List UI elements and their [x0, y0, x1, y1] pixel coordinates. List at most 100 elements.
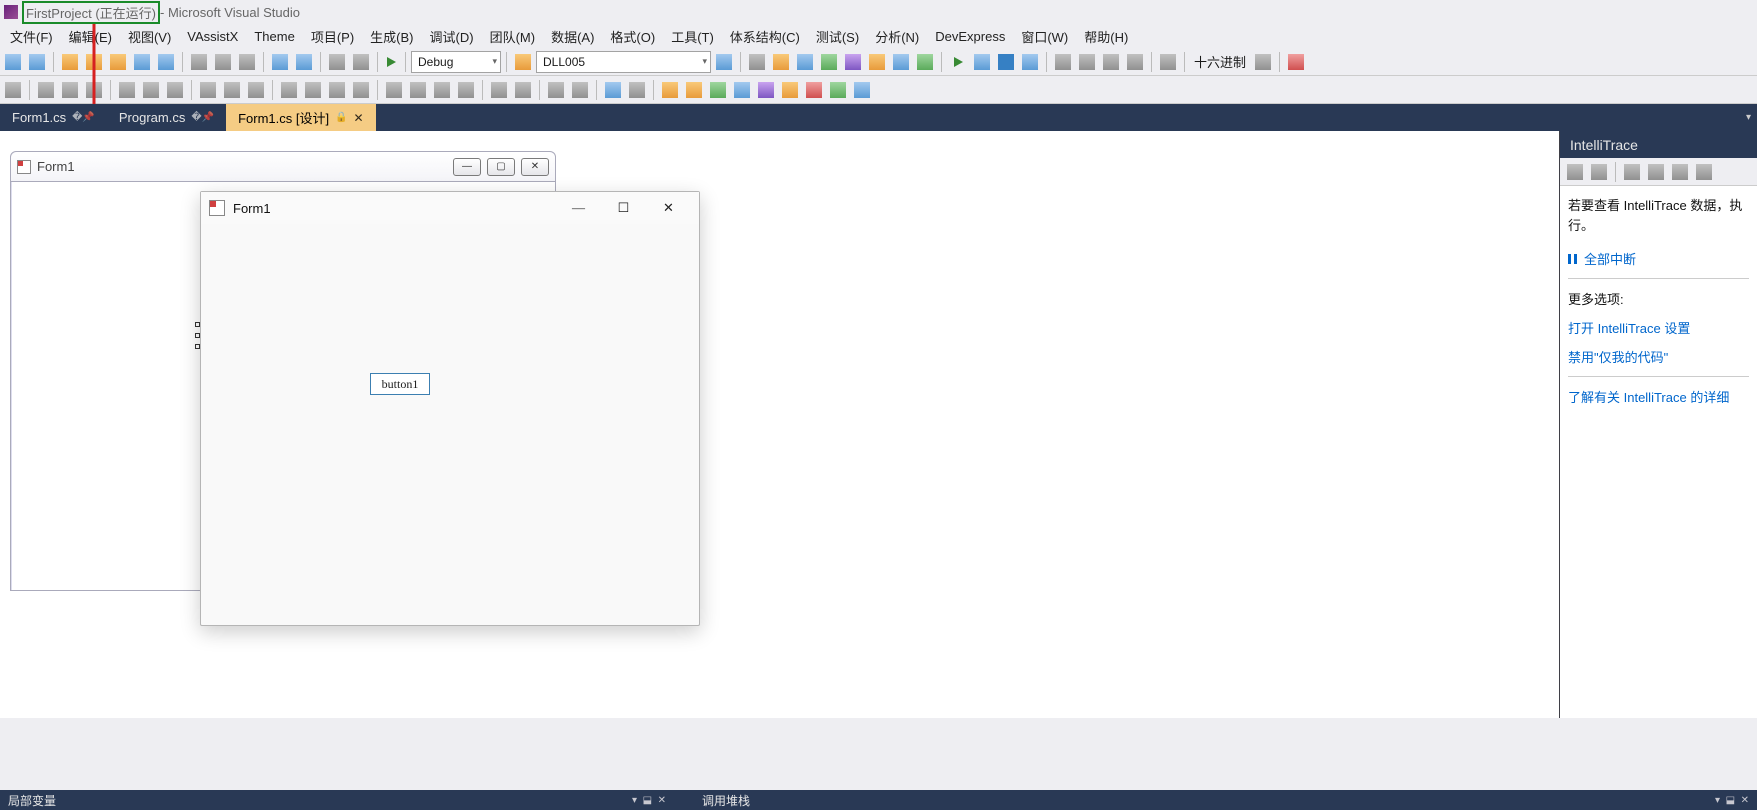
dx-b2[interactable] [683, 79, 705, 101]
menu-vassistx[interactable]: VAssistX [179, 27, 246, 46]
it-tb-1[interactable] [1564, 161, 1586, 183]
config-combo[interactable]: Debug [411, 51, 501, 73]
menu-theme[interactable]: Theme [246, 27, 302, 46]
nav-back-button[interactable] [2, 51, 24, 73]
close-icon[interactable]: ✕ [354, 111, 364, 125]
menu-format[interactable]: 格式(O) [602, 25, 663, 48]
tb-icon-a2[interactable] [770, 51, 792, 73]
tb-icon-end2[interactable] [1285, 51, 1307, 73]
step-over-button[interactable] [1076, 51, 1098, 73]
tab-order-button[interactable] [602, 79, 624, 101]
step-into-button[interactable] [1052, 51, 1074, 73]
menu-view[interactable]: 视图(V) [120, 25, 179, 48]
menu-data[interactable]: 数据(A) [543, 25, 602, 48]
tb-icon-a8[interactable] [914, 51, 936, 73]
dx-b7[interactable] [803, 79, 825, 101]
dx-b9[interactable] [851, 79, 873, 101]
menu-edit[interactable]: 编辑(E) [61, 25, 120, 48]
button1[interactable]: button1 [370, 373, 430, 395]
tb-icon-a5[interactable] [842, 51, 864, 73]
hspace-inc-button[interactable] [302, 79, 324, 101]
tb-icon-a6[interactable] [866, 51, 888, 73]
add-item-button[interactable] [83, 51, 105, 73]
step-out-button[interactable] [1100, 51, 1122, 73]
start-debug-button[interactable] [387, 57, 396, 67]
target-combo[interactable]: DLL005 [536, 51, 711, 73]
menu-tools[interactable]: 工具(T) [663, 25, 722, 48]
vspace-dec-button[interactable] [431, 79, 453, 101]
maximize-button[interactable]: ▢ [487, 158, 515, 176]
panel-controls-right[interactable]: ▾ ⬓ ✕ [1715, 795, 1749, 806]
dx-b3[interactable] [707, 79, 729, 101]
hex-display-toggle[interactable]: 十六进制 [1190, 52, 1250, 71]
vspace-remove-button[interactable] [455, 79, 477, 101]
align-grid-button[interactable] [2, 79, 24, 101]
minimize-button[interactable]: — [556, 193, 601, 223]
copy-button[interactable] [212, 51, 234, 73]
bring-front-button[interactable] [545, 79, 567, 101]
intellitrace-header[interactable]: IntelliTrace [1560, 131, 1757, 158]
continue-button[interactable] [947, 51, 969, 73]
same-size-button[interactable] [245, 79, 267, 101]
undo-button[interactable] [269, 51, 291, 73]
menu-window[interactable]: 窗口(W) [1013, 25, 1076, 48]
menu-devexpress[interactable]: DevExpress [927, 27, 1013, 46]
align-left-button[interactable] [35, 79, 57, 101]
align-bottom-button[interactable] [164, 79, 186, 101]
hspace-remove-button[interactable] [350, 79, 372, 101]
align-center-button[interactable] [59, 79, 81, 101]
align-middle-button[interactable] [140, 79, 162, 101]
same-width-button[interactable] [197, 79, 219, 101]
design-surface[interactable]: Form1 — ▢ ✕ Form1 — ☐ ✕ button1 [0, 131, 1559, 718]
it-tb-5[interactable] [1669, 161, 1691, 183]
hspace-equal-button[interactable] [278, 79, 300, 101]
break-all-link[interactable]: 全部中断 [1584, 249, 1636, 268]
callstack-panel-tab[interactable]: 调用堆栈 [694, 790, 758, 810]
panel-controls[interactable]: ▾ ⬓ ✕ [632, 795, 666, 806]
redo-button[interactable] [293, 51, 315, 73]
tb-icon-a1[interactable] [746, 51, 768, 73]
pause-button[interactable] [971, 51, 993, 73]
nav-forward-button[interactable] [26, 51, 48, 73]
tb-misc-1[interactable] [326, 51, 348, 73]
align-top-button[interactable] [116, 79, 138, 101]
tab-program-cs[interactable]: Program.cs �📌 [107, 104, 226, 131]
dx-b6[interactable] [779, 79, 801, 101]
vspace-inc-button[interactable] [407, 79, 429, 101]
tab-form1-design[interactable]: Form1.cs [设计] 🔒 ✕ [226, 104, 376, 131]
center-h-button[interactable] [488, 79, 510, 101]
tabs-overflow-button[interactable]: ▾ [1746, 112, 1751, 123]
dx-b5[interactable] [755, 79, 777, 101]
stop-button[interactable] [995, 51, 1017, 73]
menu-team[interactable]: 团队(M) [482, 25, 544, 48]
save-button[interactable] [131, 51, 153, 73]
menu-help[interactable]: 帮助(H) [1076, 25, 1136, 48]
menu-debug[interactable]: 调试(D) [422, 25, 482, 48]
tb-find-go[interactable] [713, 51, 735, 73]
open-file-button[interactable] [107, 51, 129, 73]
same-height-button[interactable] [221, 79, 243, 101]
minimize-button[interactable]: — [453, 158, 481, 176]
menu-architecture[interactable]: 体系结构(C) [722, 25, 808, 48]
tb-icon-a4[interactable] [818, 51, 840, 73]
restart-button[interactable] [1019, 51, 1041, 73]
it-tb-6[interactable] [1693, 161, 1715, 183]
runtime-form-window[interactable]: Form1 — ☐ ✕ button1 [200, 191, 700, 626]
send-back-button[interactable] [569, 79, 591, 101]
vspace-equal-button[interactable] [383, 79, 405, 101]
lock-controls-button[interactable] [626, 79, 648, 101]
locals-panel-tab[interactable]: 局部变量 [0, 790, 64, 810]
menu-test[interactable]: 测试(S) [808, 25, 867, 48]
menu-project[interactable]: 项目(P) [303, 25, 362, 48]
tb-find-button[interactable] [512, 51, 534, 73]
menu-build[interactable]: 生成(B) [362, 25, 421, 48]
it-tb-3[interactable] [1621, 161, 1643, 183]
center-v-button[interactable] [512, 79, 534, 101]
tb-icon-a7[interactable] [890, 51, 912, 73]
it-tb-4[interactable] [1645, 161, 1667, 183]
menu-analyze[interactable]: 分析(N) [867, 25, 927, 48]
cut-button[interactable] [188, 51, 210, 73]
open-settings-link[interactable]: 打开 IntelliTrace 设置 [1568, 318, 1749, 337]
step-cursor-button[interactable] [1124, 51, 1146, 73]
menu-file[interactable]: 文件(F) [2, 25, 61, 48]
